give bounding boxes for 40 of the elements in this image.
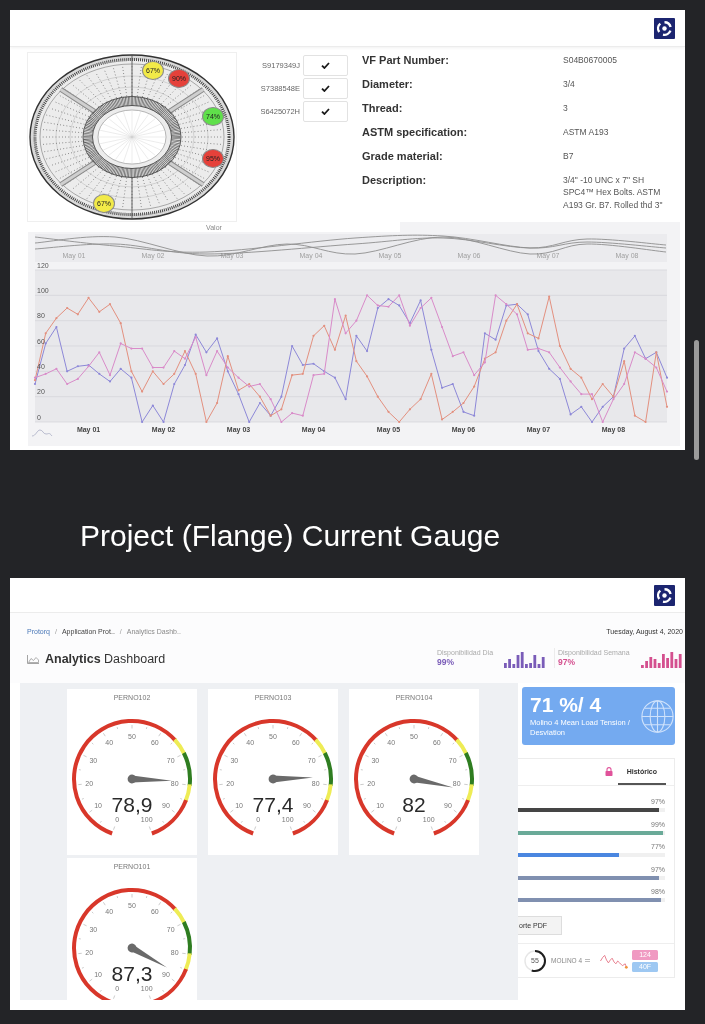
property-value: 3/4 xyxy=(563,78,576,91)
property-value: 3 xyxy=(563,102,569,115)
check-button[interactable] xyxy=(303,101,348,122)
section-title: Project (Flange) Current Gauge xyxy=(80,518,501,554)
property-label: Description: xyxy=(362,173,428,188)
property-value: ASTM A193 xyxy=(563,126,610,139)
property-value: S04B0670005 xyxy=(563,54,618,67)
gauge-needle xyxy=(268,774,313,784)
page-title: Analytics Dashboard xyxy=(45,652,166,666)
gauge-value: 78,9 xyxy=(111,793,153,816)
property-label: Grade material: xyxy=(362,149,444,164)
wave-icon xyxy=(31,429,53,437)
gauge-needle xyxy=(409,774,454,788)
logo-icon xyxy=(654,584,675,606)
property-value: B7 xyxy=(563,150,575,163)
double-line-icon xyxy=(585,959,591,962)
check-icon xyxy=(321,108,330,115)
check-button[interactable] xyxy=(303,55,348,76)
lock-icon xyxy=(604,766,613,776)
stat-value: 97% xyxy=(558,657,575,668)
check-icon xyxy=(321,85,330,92)
property-label: ASTM specification: xyxy=(362,125,469,140)
logo-icon xyxy=(654,17,675,39)
gauge-value: 82 xyxy=(402,793,426,816)
check-button[interactable] xyxy=(303,78,348,99)
property-label: VF Part Number: xyxy=(362,53,450,68)
progress-ring xyxy=(523,948,547,973)
property-label: Diameter: xyxy=(362,77,414,92)
gauge-needle xyxy=(127,943,167,968)
gauge-value: 77,4 xyxy=(252,793,294,816)
property-label: Thread: xyxy=(362,101,404,116)
gauge-needle xyxy=(127,774,172,784)
check-icon xyxy=(321,62,330,69)
area-chart-icon xyxy=(27,654,39,664)
property-value: 3/4" -10 UNC x 7" SH SPC4™ Hex Bolts. ASTM A193 Gr. B7. Rolled thd 3" xyxy=(563,174,664,211)
globe-icon xyxy=(641,700,674,733)
scrollbar-thumb[interactable] xyxy=(694,340,699,460)
gauge-value: 87,3 xyxy=(111,962,153,985)
stat-value: 99% xyxy=(437,657,454,668)
summary-value: 71 %/ 4 xyxy=(530,694,602,716)
